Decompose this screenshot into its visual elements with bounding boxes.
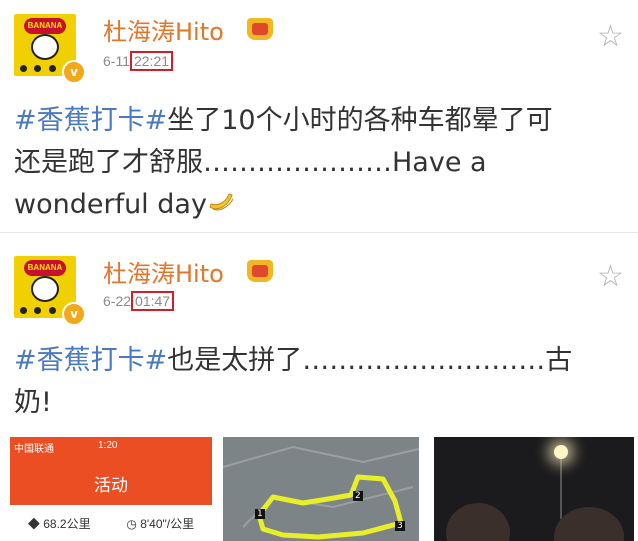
street-lamp-pole	[560, 459, 562, 519]
post-date: 6-11	[103, 53, 130, 69]
image-thumbnail-app[interactable]: 中国联通 1:20 活动 ◆ 68.2公里 ◷ 8'40"/公里	[10, 437, 212, 541]
verified-badge-icon: v	[62, 60, 86, 84]
person-face	[554, 507, 624, 541]
hashtag-link[interactable]: #香蕉打卡#	[14, 345, 167, 376]
post-text-line2: 奶!	[14, 387, 52, 418]
username[interactable]: 杜海涛Hito	[103, 254, 224, 289]
post-text-line1: 也是太拼了………………………古	[167, 345, 573, 376]
street-lamp-icon	[554, 445, 568, 459]
image-thumbnail-map[interactable]: 1 2 3	[223, 437, 419, 541]
clock-label: 1:20	[98, 440, 118, 451]
map-marker: 2	[353, 491, 363, 501]
distance-stat: ◆ 68.2公里	[27, 516, 91, 531]
map-marker: 1	[255, 509, 265, 519]
post-timestamp: 6-11 22:21	[103, 51, 174, 71]
post-text-line1: 坐了10个小时的各种车都晕了可	[167, 105, 553, 136]
vip-crown-icon	[247, 260, 273, 282]
post-time-highlight: 22:21	[129, 51, 174, 71]
phone-status-bar: 中国联通 1:20	[10, 437, 212, 455]
person-face	[446, 503, 510, 541]
route-map	[223, 437, 419, 541]
weibo-post-1: BANANA SUPER v 杜海涛Hito 6-1122:21 ☆ #香蕉打卡…	[0, 0, 638, 230]
post-timestamp: 6-22 01:47	[103, 291, 175, 311]
vip-crown-icon	[247, 18, 273, 40]
post-date: 6-22	[103, 293, 132, 309]
avatar-badge: BANANA SUPER	[24, 260, 66, 288]
activity-stats: ◆ 68.2公里 ◷ 8'40"/公里	[10, 505, 212, 541]
username[interactable]: 杜海涛Hito	[103, 12, 224, 47]
post-text-line2: 还是跑了才舒服…………………Have a	[14, 147, 487, 178]
verified-badge-icon: v	[62, 302, 86, 326]
app-screen-title: 活动	[94, 476, 128, 496]
carrier-label: 中国联通	[14, 444, 54, 455]
post-divider	[0, 232, 638, 233]
hashtag-link[interactable]: #香蕉打卡#	[14, 105, 167, 136]
avatar-face-icon	[31, 34, 59, 60]
post-time-highlight: 01:47	[131, 291, 175, 311]
avatar-badge: BANANA SUPER	[24, 18, 66, 46]
post-text: #香蕉打卡#坐了10个小时的各种车都晕了可 还是跑了才舒服…………………Have…	[14, 100, 624, 226]
banana-emoji-icon	[207, 189, 235, 220]
favorite-star-icon[interactable]: ☆	[597, 22, 624, 52]
avatar-face-icon	[31, 276, 59, 302]
post-text-line3: wonderful day	[14, 189, 207, 220]
map-marker: 3	[395, 521, 405, 531]
pace-stat: ◷ 8'40"/公里	[126, 516, 195, 531]
image-thumbnail-photo[interactable]	[434, 437, 634, 541]
favorite-star-icon[interactable]: ☆	[597, 262, 624, 292]
post-text: #香蕉打卡#也是太拼了………………………古 奶!	[14, 340, 624, 424]
